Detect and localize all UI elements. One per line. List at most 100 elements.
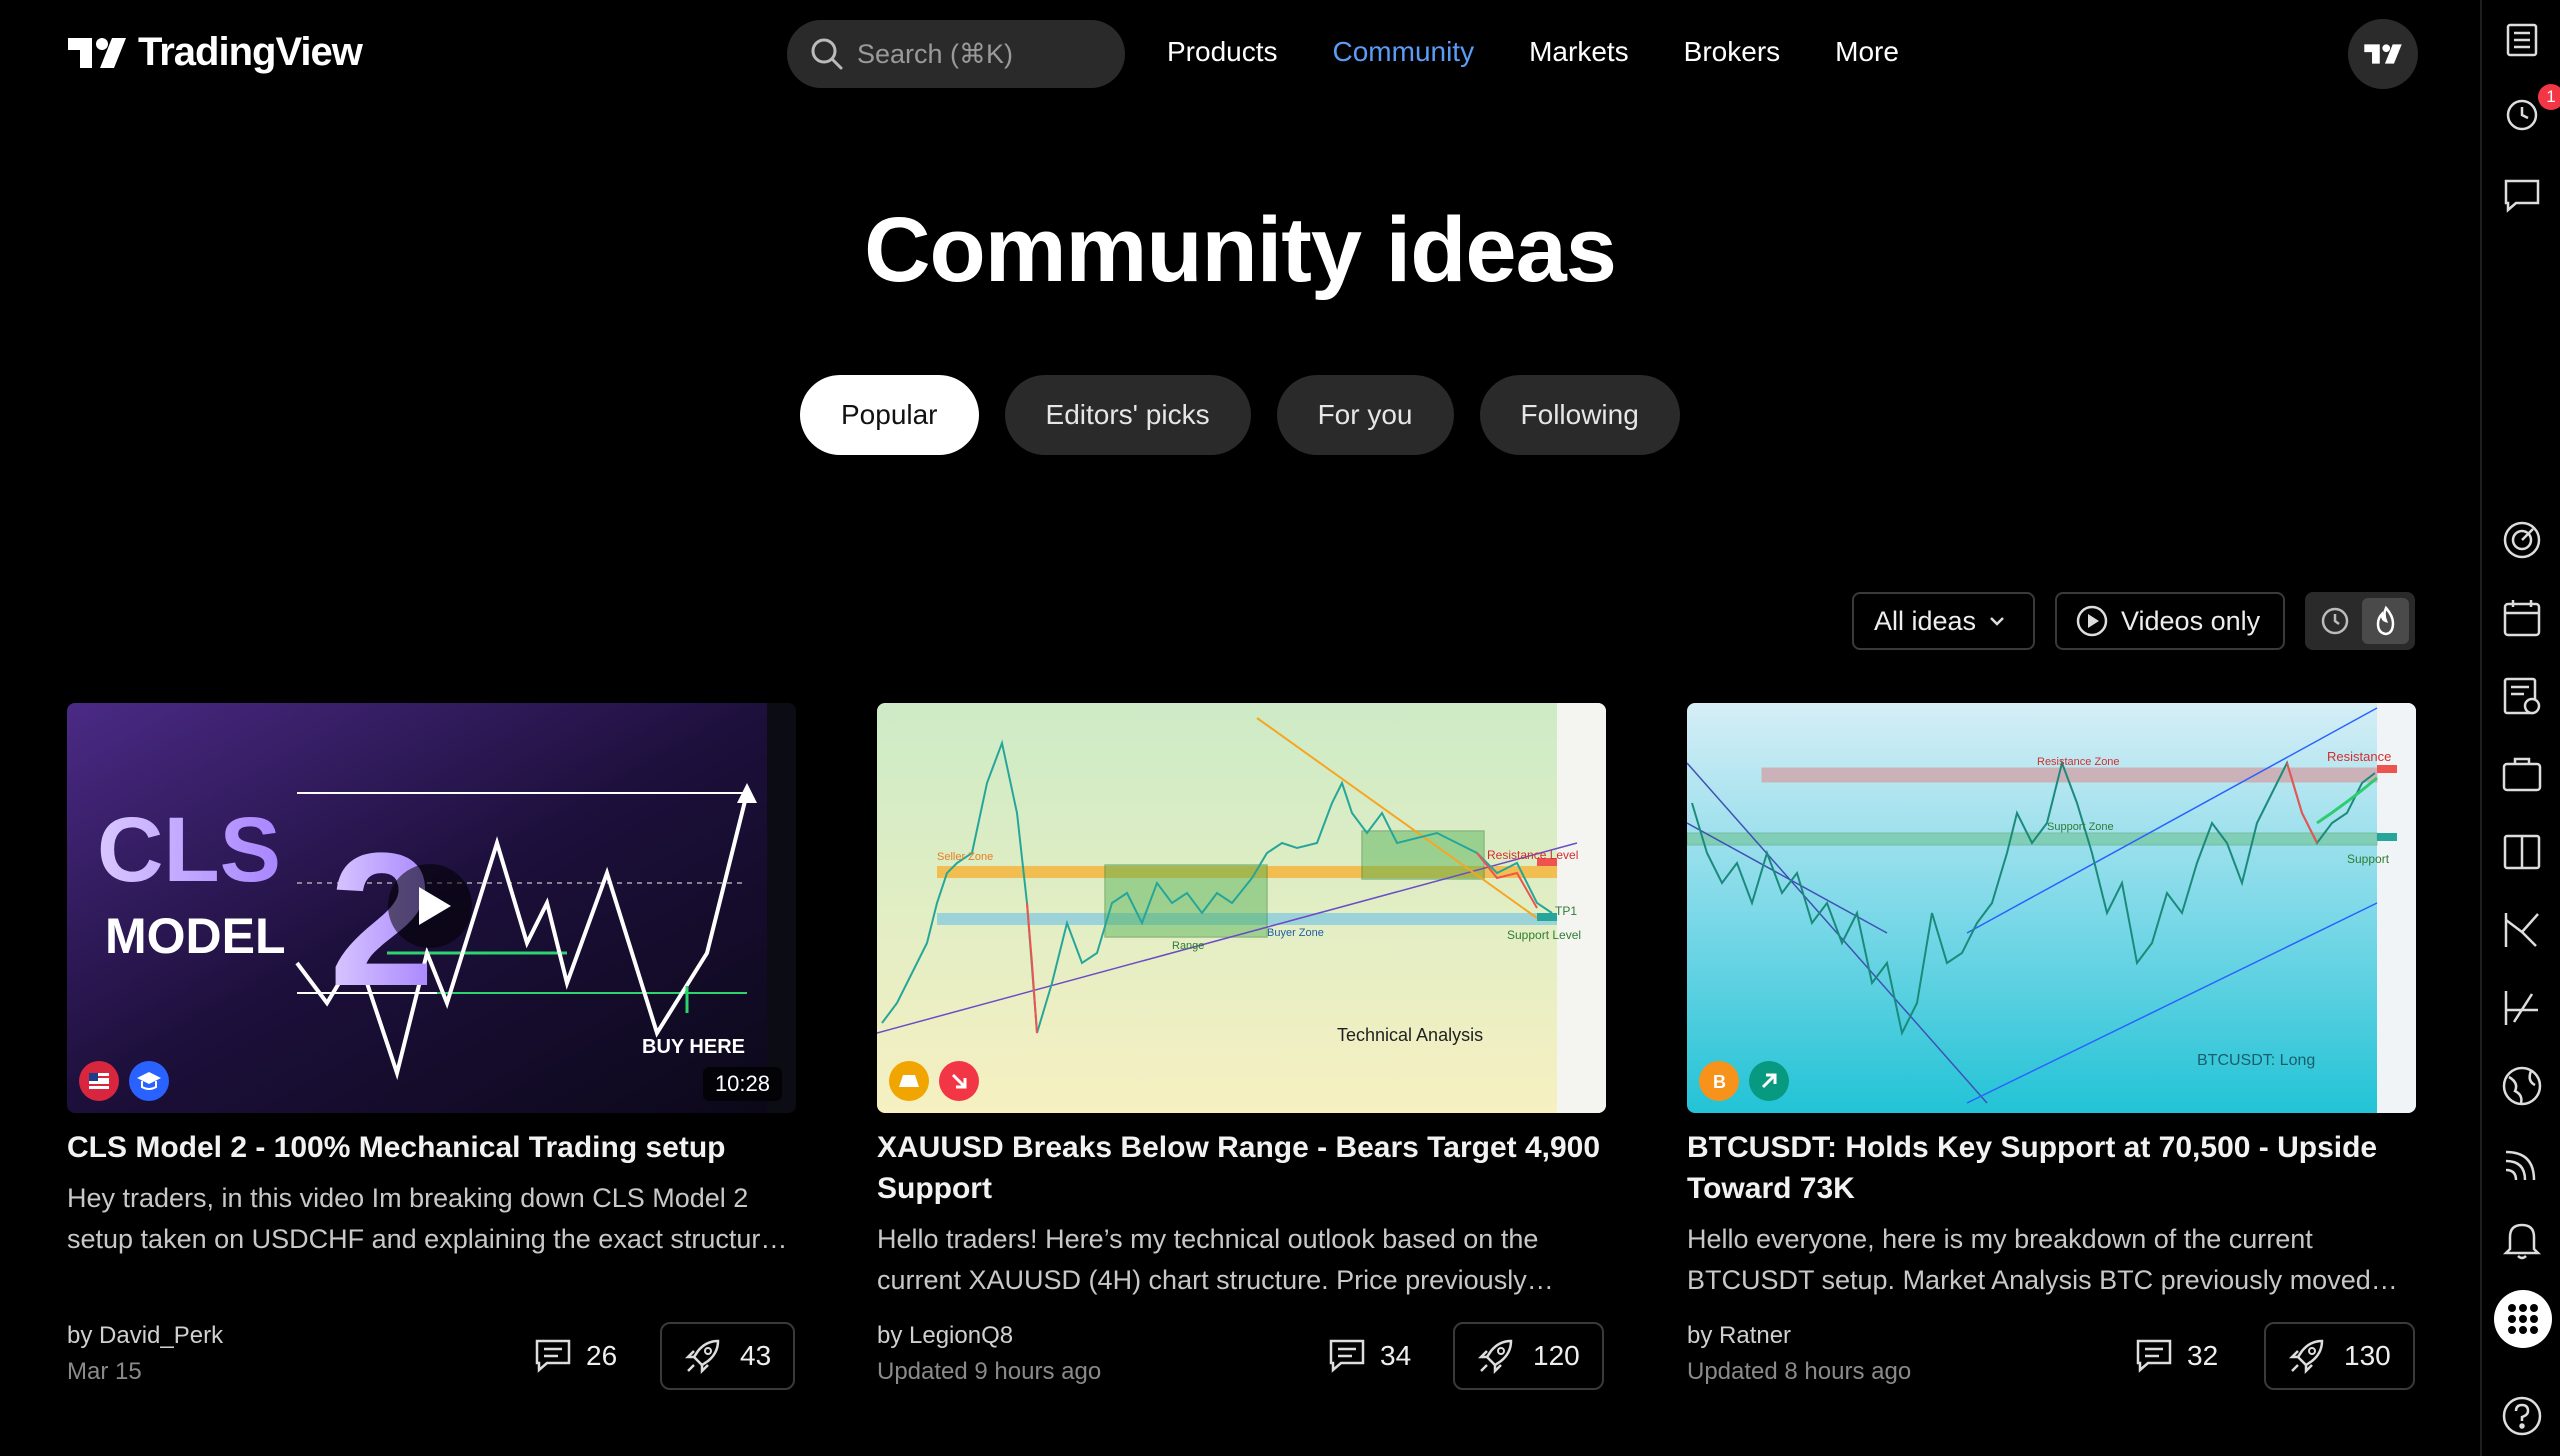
svg-text:Resistance Level: Resistance Level xyxy=(1487,848,1578,862)
education-icon xyxy=(129,1061,169,1101)
alerts-icon[interactable]: 1 xyxy=(2500,84,2560,136)
svg-text:Resistance: Resistance xyxy=(2327,749,2391,764)
rocket-icon xyxy=(1477,1339,1513,1375)
idea-description: Hey traders, in this video Im breaking d… xyxy=(67,1183,776,1254)
svg-text:Support Zone: Support Zone xyxy=(2047,821,2114,833)
bitcoin-icon: B xyxy=(1699,1061,1739,1101)
rocket-icon xyxy=(684,1339,720,1375)
news-icon[interactable] xyxy=(2500,674,2544,718)
tradingview-logo-icon xyxy=(66,36,128,70)
idea-meta: by LegionQ8 Updated 9 hours ago xyxy=(877,1322,1101,1386)
bearish-arrow-icon xyxy=(939,1061,979,1101)
globe-icon[interactable] xyxy=(2500,1064,2544,1108)
right-toolbar: 1 xyxy=(2480,0,2560,1456)
idea-date: Mar 15 xyxy=(67,1358,142,1385)
tab-for-you[interactable]: For you xyxy=(1276,375,1454,455)
idea-card[interactable]: Seller Zone Buyer Zone Resistance Level … xyxy=(877,703,1606,1301)
alerts-badge: 1 xyxy=(2538,84,2560,110)
strategy-icon[interactable] xyxy=(2500,986,2544,1030)
idea-meta: by Ratner Updated 8 hours ago xyxy=(1687,1322,1911,1386)
calendar-icon[interactable] xyxy=(2500,596,2544,640)
comments-value: 34 xyxy=(1380,1340,1412,1371)
comment-icon xyxy=(2136,1339,2172,1373)
svg-text:B: B xyxy=(1713,1072,1726,1092)
thumbnail-badges: B xyxy=(1699,1061,1789,1101)
videos-only-toggle[interactable]: Videos only xyxy=(2055,592,2285,650)
tab-popular[interactable]: Popular xyxy=(800,375,979,455)
comments-value: 32 xyxy=(2187,1340,2219,1371)
svg-text:BTCUSDT: Long: BTCUSDT: Long xyxy=(2197,1052,2315,1069)
bullish-arrow-icon xyxy=(1749,1061,1789,1101)
main-nav: Products Community Markets Brokers More xyxy=(1167,36,1899,68)
comments-count[interactable]: 32 xyxy=(2135,1338,2218,1374)
tradingview-logo[interactable]: TradingView xyxy=(66,30,363,75)
all-ideas-label: All ideas xyxy=(1874,605,1977,636)
boost-button[interactable]: 120 xyxy=(1453,1322,1604,1390)
search-placeholder: Search (⌘K) xyxy=(857,38,1014,69)
svg-text:CLS: CLS xyxy=(97,799,281,901)
compare-icon[interactable] xyxy=(2500,830,2544,874)
nav-more[interactable]: More xyxy=(1835,36,1899,68)
boost-value: 130 xyxy=(2344,1340,2391,1371)
pine-icon[interactable] xyxy=(2500,908,2544,952)
portfolio-icon[interactable] xyxy=(2500,752,2544,796)
idea-description: Hello traders! Here’s my technical outlo… xyxy=(877,1224,1539,1295)
idea-tabs: Popular Editors' picks For you Following xyxy=(800,375,1680,455)
nav-markets[interactable]: Markets xyxy=(1529,36,1629,68)
idea-card[interactable]: Resistance Zone Resistance Support Zone … xyxy=(1687,703,2416,1301)
idea-title[interactable]: BTCUSDT: Holds Key Support at 70,500 - U… xyxy=(1687,1127,2416,1209)
search-bar[interactable]: Search (⌘K) xyxy=(787,20,1125,88)
svg-text:Buyer Zone: Buyer Zone xyxy=(1267,927,1324,939)
boost-button[interactable]: 43 xyxy=(660,1322,796,1390)
all-ideas-dropdown[interactable]: All ideas xyxy=(1852,592,2035,650)
tab-following[interactable]: Following xyxy=(1479,375,1680,455)
screener-icon[interactable] xyxy=(2500,518,2544,562)
help-icon[interactable] xyxy=(2500,1394,2544,1438)
chats-icon[interactable] xyxy=(2500,174,2544,218)
boost-value: 43 xyxy=(740,1340,772,1371)
tab-editors-picks[interactable]: Editors' picks xyxy=(1004,375,1251,455)
svg-text:MODEL: MODEL xyxy=(105,908,286,964)
nav-products[interactable]: Products xyxy=(1167,36,1278,68)
chevron-down-icon xyxy=(1990,617,2004,626)
idea-author[interactable]: by LegionQ8 xyxy=(877,1322,1101,1350)
nav-community[interactable]: Community xyxy=(1333,36,1475,68)
user-avatar[interactable] xyxy=(2348,19,2418,89)
apps-icon[interactable] xyxy=(2494,1290,2552,1348)
svg-text:Range: Range xyxy=(1172,940,1204,952)
comments-count[interactable]: 26 xyxy=(534,1338,617,1374)
page-title: Community ideas xyxy=(864,199,1617,301)
flag-icon xyxy=(79,1061,119,1101)
idea-card[interactable]: CLS MODEL 2 BUY HERE 10:28 CLS Model 2 -… xyxy=(67,703,796,1260)
idea-author[interactable]: by Ratner xyxy=(1687,1322,1911,1350)
idea-title[interactable]: XAUUSD Breaks Below Range - Bears Target… xyxy=(877,1127,1606,1209)
comments-value: 26 xyxy=(586,1340,618,1371)
sort-toggle xyxy=(2305,592,2415,650)
idea-thumbnail[interactable]: Resistance Zone Resistance Support Zone … xyxy=(1687,703,2416,1113)
svg-text:Technical Analysis: Technical Analysis xyxy=(1337,1025,1483,1045)
svg-text:TP1: TP1 xyxy=(1555,904,1577,918)
svg-text:Support: Support xyxy=(2347,852,2390,866)
videos-only-label: Videos only xyxy=(2121,605,2261,636)
idea-thumbnail[interactable]: CLS MODEL 2 BUY HERE 10:28 xyxy=(67,703,796,1113)
nav-brokers[interactable]: Brokers xyxy=(1684,36,1780,68)
boost-value: 120 xyxy=(1533,1340,1580,1371)
search-icon xyxy=(801,28,853,80)
recent-sort-button[interactable] xyxy=(2311,598,2358,644)
notifications-icon[interactable] xyxy=(2500,1218,2544,1262)
svg-text:BUY HERE: BUY HERE xyxy=(642,1036,745,1058)
watchlist-icon[interactable] xyxy=(2500,18,2544,62)
clock-icon xyxy=(2321,607,2348,635)
idea-thumbnail[interactable]: Seller Zone Buyer Zone Resistance Level … xyxy=(877,703,1606,1113)
play-circle-icon xyxy=(2076,605,2108,637)
idea-description: Hello everyone, here is my breakdown of … xyxy=(1687,1224,2371,1295)
idea-author[interactable]: by David_Perk xyxy=(67,1322,223,1350)
boost-button[interactable]: 130 xyxy=(2264,1322,2415,1390)
rocket-icon xyxy=(2288,1339,2324,1375)
idea-title[interactable]: CLS Model 2 - 100% Mechanical Trading se… xyxy=(67,1127,796,1168)
comments-count[interactable]: 34 xyxy=(1328,1338,1411,1374)
logo-text: TradingView xyxy=(138,30,363,74)
trending-sort-button[interactable] xyxy=(2362,598,2409,644)
stream-icon[interactable] xyxy=(2500,1142,2544,1186)
idea-meta: by David_Perk Mar 15 xyxy=(67,1322,223,1386)
